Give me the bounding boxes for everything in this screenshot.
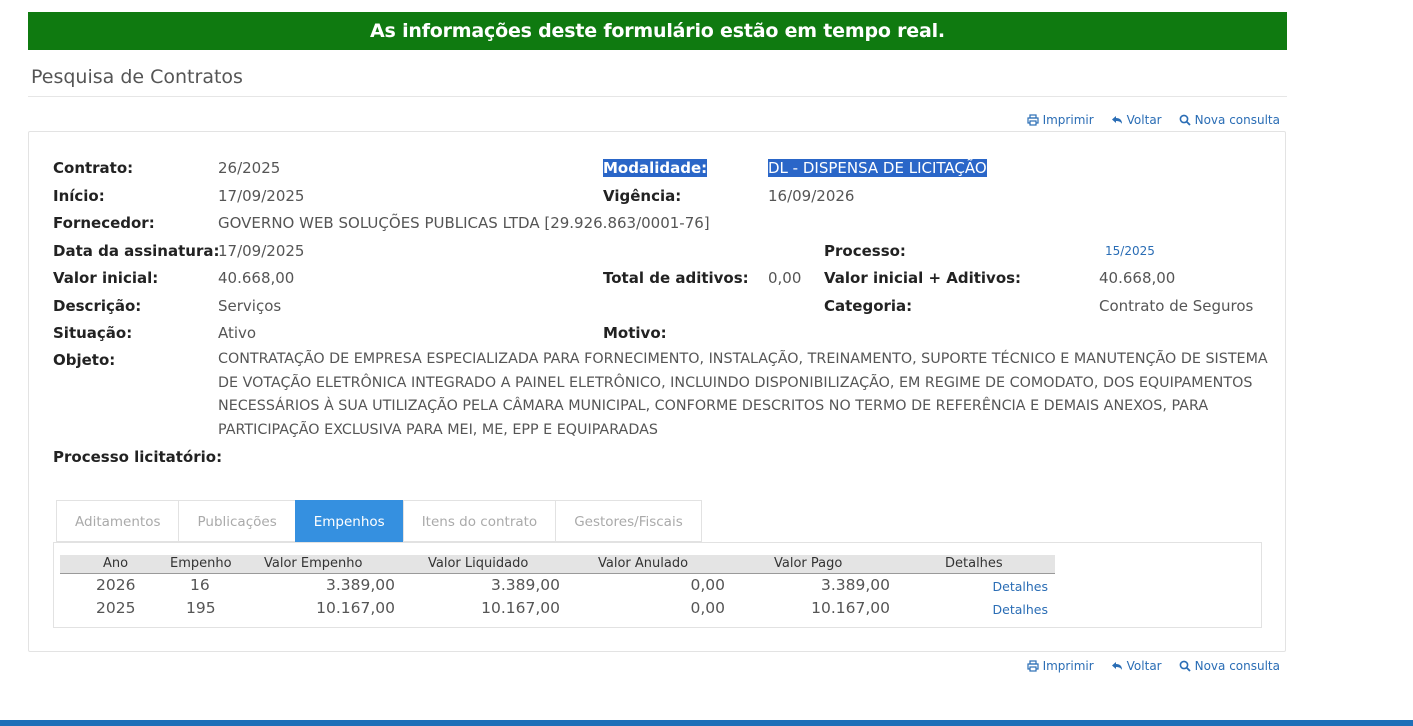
modalidade-label: Modalidade: <box>603 159 708 177</box>
modalidade-value: DL - DISPENSA DE LICITAÇÃO <box>768 159 987 177</box>
vigencia-value: 16/09/2026 <box>768 187 855 205</box>
printer-icon <box>1026 114 1039 126</box>
tab-publicacoes[interactable]: Publicações <box>178 500 295 542</box>
categoria-label: Categoria: <box>824 297 913 315</box>
back-label: Voltar <box>1126 659 1162 673</box>
cell-valor-liquidado: 10.167,00 <box>481 599 560 617</box>
inicio-label: Início: <box>53 187 105 205</box>
vigencia-label: Vigência: <box>603 187 682 205</box>
print-button[interactable]: Imprimir <box>1026 659 1094 673</box>
new-query-button[interactable]: Nova consulta <box>1179 113 1280 127</box>
print-label: Imprimir <box>1042 113 1094 127</box>
contract-tabs: Aditamentos Publicações Empenhos Itens d… <box>56 500 702 542</box>
print-button[interactable]: Imprimir <box>1026 113 1094 127</box>
tab-aditamentos[interactable]: Aditamentos <box>56 500 179 542</box>
valor-inicial-aditivos-label: Valor inicial + Aditivos: <box>824 269 1022 287</box>
tab-empenhos[interactable]: Empenhos <box>294 500 403 542</box>
objeto-label: Objeto: <box>53 351 116 369</box>
data-assinatura-value: 17/09/2025 <box>218 242 305 260</box>
title-divider <box>28 96 1287 97</box>
cell-valor-pago: 10.167,00 <box>811 599 890 617</box>
data-assinatura-label: Data da assinatura: <box>53 242 220 260</box>
header-valor-anulado: Valor Anulado <box>598 556 689 571</box>
empenhos-header: Ano Empenho Valor Empenho Valor Liquidad… <box>60 555 1055 574</box>
cell-ano: 2025 <box>96 599 136 617</box>
header-valor-pago: Valor Pago <box>774 556 843 571</box>
cell-valor-anulado: 0,00 <box>690 576 725 594</box>
categoria-value: Contrato de Seguros <box>1099 297 1254 315</box>
objeto-value: CONTRATAÇÃO DE EMPRESA ESPECIALIZADA PAR… <box>218 351 1268 438</box>
search-icon <box>1179 660 1191 672</box>
inicio-value: 17/09/2025 <box>218 187 305 205</box>
processo-label: Processo: <box>824 242 906 260</box>
total-aditivos-value: 0,00 <box>768 269 802 287</box>
cell-empenho: 195 <box>186 599 216 617</box>
print-label: Imprimir <box>1042 659 1094 673</box>
cell-valor-pago: 3.389,00 <box>820 576 890 594</box>
situacao-value: Ativo <box>218 324 257 342</box>
fornecedor-label: Fornecedor: <box>53 214 155 232</box>
detalhes-link[interactable]: Detalhes <box>993 602 1048 617</box>
back-button[interactable]: Voltar <box>1111 113 1162 127</box>
header-empenho: Empenho <box>170 556 232 571</box>
valor-inicial-label: Valor inicial: <box>53 269 159 287</box>
reply-icon <box>1111 116 1122 124</box>
reply-icon <box>1111 662 1122 670</box>
toolbar-bottom: Imprimir Voltar Nova consulta <box>1026 659 1280 673</box>
contrato-label: Contrato: <box>53 159 134 177</box>
realtime-banner: As informações deste formulário estão em… <box>28 12 1287 50</box>
header-ano: Ano <box>103 556 129 571</box>
fornecedor-value: GOVERNO WEB SOLUÇÕES PUBLICAS LTDA [29.9… <box>218 214 710 232</box>
new-query-button[interactable]: Nova consulta <box>1179 659 1280 673</box>
table-row: 2025 195 10.167,00 10.167,00 0,00 10.167… <box>60 599 1055 621</box>
page-title: Pesquisa de Contratos <box>31 66 243 88</box>
cell-valor-liquidado: 3.389,00 <box>490 576 560 594</box>
processo-link[interactable]: 15/2025 <box>1105 244 1155 258</box>
footer-bar <box>0 720 1413 726</box>
descricao-label: Descrição: <box>53 297 142 315</box>
new-query-label: Nova consulta <box>1194 659 1280 673</box>
valor-inicial-aditivos-value: 40.668,00 <box>1099 269 1176 287</box>
printer-icon <box>1026 660 1039 672</box>
cell-valor-empenho: 10.167,00 <box>316 599 395 617</box>
detalhes-link[interactable]: Detalhes <box>993 579 1048 594</box>
total-aditivos-label: Total de aditivos: <box>603 269 749 287</box>
header-detalhes: Detalhes <box>945 556 1003 571</box>
valor-inicial-value: 40.668,00 <box>218 269 295 287</box>
back-label: Voltar <box>1126 113 1162 127</box>
cell-valor-empenho: 3.389,00 <box>325 576 395 594</box>
back-button[interactable]: Voltar <box>1111 659 1162 673</box>
cell-empenho: 16 <box>190 576 210 594</box>
situacao-label: Situação: <box>53 324 133 342</box>
processo-licitatorio-label: Processo licitatório: <box>53 448 223 466</box>
cell-ano: 2026 <box>96 576 136 594</box>
descricao-value: Serviços <box>218 297 282 315</box>
tab-itens-contrato[interactable]: Itens do contrato <box>402 500 556 542</box>
cell-valor-anulado: 0,00 <box>690 599 725 617</box>
new-query-label: Nova consulta <box>1194 113 1280 127</box>
search-icon <box>1179 114 1191 126</box>
header-valor-liquidado: Valor Liquidado <box>428 556 529 571</box>
toolbar-top: Imprimir Voltar Nova consulta <box>1026 113 1280 127</box>
tab-gestores-fiscais[interactable]: Gestores/Fiscais <box>555 500 702 542</box>
contrato-value: 26/2025 <box>218 159 281 177</box>
header-valor-empenho: Valor Empenho <box>264 556 363 571</box>
motivo-label: Motivo: <box>603 324 667 342</box>
table-row: 2026 16 3.389,00 3.389,00 0,00 3.389,00 … <box>60 576 1055 598</box>
